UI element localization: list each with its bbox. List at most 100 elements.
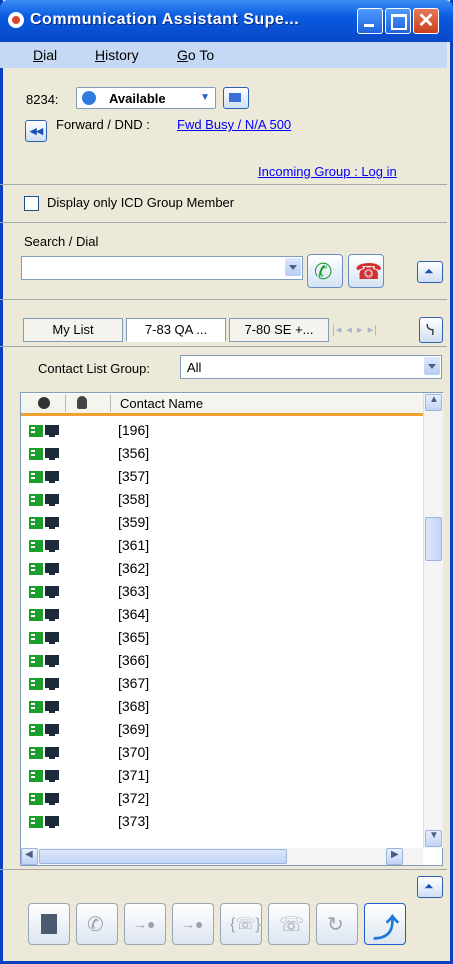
icd-filter-checkbox[interactable] bbox=[24, 196, 39, 211]
double-up-arrow-icon: ⏶ bbox=[424, 264, 434, 278]
list-item[interactable]: [356] bbox=[21, 443, 417, 465]
presence-message-button[interactable] bbox=[223, 87, 249, 109]
extension-status-icon bbox=[29, 448, 43, 460]
park-icon: →● bbox=[181, 916, 204, 932]
expand-toolbar-button[interactable]: ⏶ bbox=[417, 876, 443, 898]
list-item[interactable]: [367] bbox=[21, 673, 417, 695]
close-button[interactable]: ✕ bbox=[413, 8, 439, 34]
tab-7-83-qa[interactable]: 7-83 QA ... bbox=[126, 318, 226, 342]
forward-label: Forward / DND : bbox=[56, 117, 150, 132]
list-horizontal-scrollbar[interactable]: ◀ ▶ bbox=[21, 848, 423, 865]
list-item[interactable]: [196] bbox=[21, 420, 417, 442]
list-item[interactable]: [366] bbox=[21, 650, 417, 672]
scroll-down-button[interactable]: ▼ bbox=[425, 830, 442, 847]
extension-status-icon bbox=[29, 586, 43, 598]
scroll-left-button[interactable]: ◀ bbox=[21, 848, 38, 865]
search-text[interactable] bbox=[22, 257, 284, 279]
scroll-thumb[interactable] bbox=[425, 517, 442, 561]
answer-button[interactable]: ⤴ bbox=[364, 903, 406, 945]
icd-filter-label: Display only ICD Group Member bbox=[47, 195, 235, 210]
extension-status-icon bbox=[29, 816, 43, 828]
phone-device-button[interactable] bbox=[28, 903, 70, 945]
menu-dial[interactable]: Dial bbox=[33, 47, 57, 63]
extension-status-icon bbox=[29, 425, 43, 437]
list-item[interactable]: [368] bbox=[21, 696, 417, 718]
phone-icon: ✆ bbox=[314, 259, 333, 284]
scroll-up-button[interactable]: ▲ bbox=[425, 394, 442, 411]
hold-icon: →● bbox=[133, 916, 156, 932]
title-bar[interactable]: Communication Assistant Supe... ✕ bbox=[0, 0, 453, 42]
menu-history[interactable]: History bbox=[95, 47, 139, 63]
park-button[interactable]: →● bbox=[172, 903, 214, 945]
extension-status-icon bbox=[29, 793, 43, 805]
extension-status-icon bbox=[29, 471, 43, 483]
list-item[interactable]: [362] bbox=[21, 558, 417, 580]
list-item[interactable]: [371] bbox=[21, 765, 417, 787]
separator bbox=[0, 346, 447, 347]
list-vertical-scrollbar[interactable]: ▲ ▼ bbox=[423, 393, 443, 848]
search-dropdown-button[interactable] bbox=[285, 258, 301, 276]
list-item[interactable]: [359] bbox=[21, 512, 417, 534]
list-item[interactable]: [365] bbox=[21, 627, 417, 649]
list-item[interactable]: [363] bbox=[21, 581, 417, 603]
list-item[interactable]: [372] bbox=[21, 788, 417, 810]
extension-status-icon bbox=[29, 609, 43, 621]
forward-link[interactable]: Fwd Busy / N/A 500 bbox=[177, 117, 291, 132]
search-label: Search / Dial bbox=[24, 234, 99, 249]
pc-icon bbox=[45, 425, 59, 437]
pc-icon bbox=[45, 586, 59, 598]
pc-icon bbox=[45, 517, 59, 529]
list-item[interactable]: [361] bbox=[21, 535, 417, 557]
minimize-button[interactable] bbox=[357, 8, 383, 34]
call-button[interactable]: ✆ bbox=[307, 254, 343, 288]
pickup-button[interactable]: ☏ bbox=[268, 903, 310, 945]
tab-scroll-arrows[interactable]: |◂ ◂ ▸ ▸| bbox=[332, 318, 417, 342]
tab-my-list[interactable]: My List bbox=[23, 318, 123, 342]
conference-button[interactable]: {☏} bbox=[220, 903, 262, 945]
incoming-group-link[interactable]: Incoming Group : Log in bbox=[258, 164, 397, 179]
transfer-button[interactable]: ✆ bbox=[76, 903, 118, 945]
conference-icon: {☏} bbox=[230, 916, 261, 933]
presence-value: Available bbox=[109, 91, 166, 106]
list-item[interactable]: [364] bbox=[21, 604, 417, 626]
pc-icon bbox=[45, 701, 59, 713]
info-icon bbox=[38, 397, 50, 409]
hang-up-icon: ☎ bbox=[355, 259, 383, 284]
list-item[interactable]: [370] bbox=[21, 742, 417, 764]
separator bbox=[0, 184, 447, 185]
contact-group-dropdown-button[interactable] bbox=[424, 357, 440, 375]
answer-arrow-icon: ⤴ bbox=[373, 913, 400, 943]
separator bbox=[0, 299, 447, 300]
pc-icon bbox=[45, 793, 59, 805]
menu-go-to[interactable]: Go To bbox=[177, 47, 214, 63]
settings-button[interactable]: ᓭ bbox=[419, 317, 443, 343]
pc-icon bbox=[45, 816, 59, 828]
hold-button[interactable]: →● bbox=[124, 903, 166, 945]
list-item[interactable]: [358] bbox=[21, 489, 417, 511]
contact-name-header[interactable]: Contact Name bbox=[120, 396, 203, 411]
chevron-up-icon: ▲ bbox=[429, 394, 439, 405]
contact-group-label: Contact List Group: bbox=[38, 361, 150, 376]
forward-icon: ↻ bbox=[327, 914, 344, 936]
collapse-up-button[interactable]: ⏶ bbox=[417, 261, 443, 283]
collapse-left-button[interactable]: ◂◂ bbox=[25, 120, 47, 142]
forward-call-button[interactable]: ↻ bbox=[316, 903, 358, 945]
list-header: Contact Name bbox=[21, 394, 427, 416]
presence-select[interactable]: Available ▼ bbox=[76, 87, 216, 109]
tab-7-80-se[interactable]: 7-80 SE +... bbox=[229, 318, 329, 342]
pc-icon bbox=[45, 632, 59, 644]
list-item[interactable]: [357] bbox=[21, 466, 417, 488]
hang-up-button[interactable]: ☎ bbox=[348, 254, 384, 288]
pc-icon bbox=[45, 540, 59, 552]
contact-group-select[interactable]: All bbox=[180, 355, 442, 379]
list-item[interactable]: [373] bbox=[21, 811, 417, 831]
chevron-right-icon: ▶ bbox=[391, 849, 399, 860]
list-item[interactable]: [369] bbox=[21, 719, 417, 741]
search-input[interactable] bbox=[21, 256, 303, 280]
contact-group-value: All bbox=[187, 360, 202, 375]
chevron-down-icon: ▼ bbox=[429, 830, 439, 841]
scroll-right-button[interactable]: ▶ bbox=[386, 848, 403, 865]
horizontal-scroll-thumb[interactable] bbox=[39, 849, 287, 864]
app-icon bbox=[8, 12, 24, 28]
maximize-button[interactable] bbox=[385, 8, 411, 34]
